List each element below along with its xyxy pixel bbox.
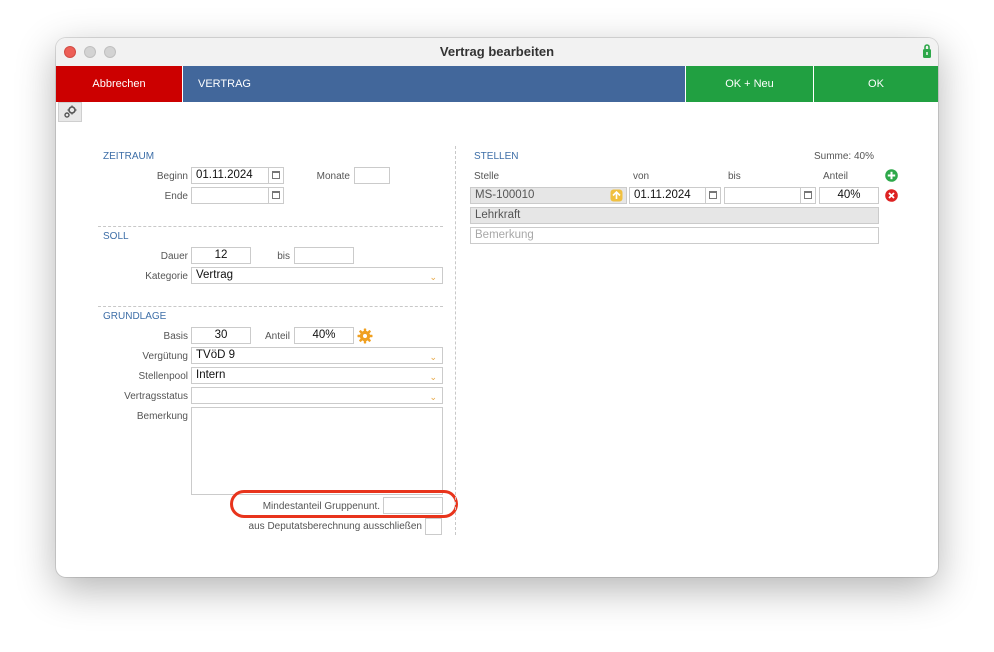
von-value: 01.11.2024: [634, 189, 691, 201]
verguetung-select[interactable]: TVöD 9 ⌄: [191, 347, 443, 364]
soll-bis-field[interactable]: [294, 247, 354, 264]
basis-label: Basis: [163, 331, 188, 342]
section-grundlage: GRUNDLAGE: [103, 311, 167, 322]
monate-field[interactable]: [354, 167, 390, 184]
add-icon[interactable]: [885, 169, 898, 182]
calendar-icon[interactable]: [268, 188, 283, 203]
column-header-anteil: Anteil: [823, 171, 849, 182]
bis-label: bis: [277, 251, 290, 262]
vertragsstatus-select[interactable]: ⌄: [191, 387, 443, 404]
vertragsstatus-label: Vertragsstatus: [124, 391, 188, 402]
beginn-label: Beginn: [156, 171, 188, 182]
beginn-field[interactable]: 01.11.2024: [191, 167, 284, 184]
verguetung-label: Vergütung: [142, 351, 188, 362]
anteil-field[interactable]: 40%: [294, 327, 354, 344]
von-field[interactable]: 01.11.2024: [629, 187, 721, 204]
gears-icon: [64, 105, 77, 118]
cancel-button[interactable]: Abbrechen: [56, 66, 182, 102]
toolbar: Abbrechen VERTRAG OK + Neu OK: [56, 66, 938, 102]
bemerkung-textarea[interactable]: [191, 407, 443, 495]
verguetung-value: TVöD 9: [196, 349, 235, 361]
toolbar-title: VERTRAG: [182, 66, 685, 102]
chevron-down-icon: ⌄: [429, 272, 437, 282]
dauer-value: 12: [214, 249, 228, 261]
title-bar: Vertrag bearbeiten: [56, 38, 938, 67]
dialog-window: Vertrag bearbeiten Abbrechen VERTRAG OK …: [56, 38, 938, 577]
stelle-bemerkung-placeholder: Bemerkung: [475, 229, 534, 241]
stellenpool-select[interactable]: Intern ⌄: [191, 367, 443, 384]
anteil-label: Anteil: [264, 331, 290, 342]
bemerkung-label: Bemerkung: [136, 411, 188, 422]
beginn-value: 01.11.2024: [196, 169, 253, 181]
dauer-field[interactable]: 12: [191, 247, 251, 264]
summe-label: Summe: 40%: [813, 151, 874, 162]
basis-value: 30: [214, 329, 228, 341]
lookup-icon[interactable]: [610, 189, 623, 202]
lock-icon[interactable]: [922, 43, 932, 59]
kategorie-select[interactable]: Vertrag ⌄: [191, 267, 443, 284]
ok-button[interactable]: OK: [813, 66, 938, 102]
stellen-anteil-value: 40%: [837, 189, 861, 201]
ende-field[interactable]: [191, 187, 284, 204]
chevron-down-icon: ⌄: [429, 372, 437, 382]
divider: [98, 306, 443, 307]
deputat-label: aus Deputatsberechnung ausschließen: [248, 521, 422, 532]
chevron-down-icon: ⌄: [429, 352, 437, 362]
section-stellen: STELLEN: [474, 151, 519, 162]
delete-icon[interactable]: [885, 189, 898, 202]
stellen-bis-field[interactable]: [724, 187, 816, 204]
calendar-icon[interactable]: [268, 168, 283, 183]
divider: [98, 226, 443, 227]
dauer-label: Dauer: [160, 251, 188, 262]
anteil-value: 40%: [312, 329, 336, 341]
basis-field[interactable]: 30: [191, 327, 251, 344]
window-title: Vertrag bearbeiten: [439, 44, 555, 59]
ende-label: Ende: [164, 191, 188, 202]
kategorie-value: Vertrag: [196, 269, 234, 281]
column-header-von: von: [633, 171, 650, 182]
column-header-stelle: Stelle: [474, 171, 500, 182]
stelle-bemerkung-field[interactable]: Bemerkung: [470, 227, 879, 244]
bezeichnung-value: Lehrkraft: [475, 209, 521, 221]
column-divider: [455, 146, 456, 535]
calendar-icon[interactable]: [800, 188, 815, 203]
stelle-value: MS-100010: [475, 189, 535, 201]
stellenpool-value: Intern: [196, 369, 226, 381]
monate-label: Monate: [316, 171, 350, 182]
ok-new-button[interactable]: OK + Neu: [685, 66, 813, 102]
column-header-bis: bis: [728, 171, 741, 182]
stelle-field[interactable]: MS-100010: [470, 187, 627, 204]
stelle-bezeichnung: Lehrkraft: [470, 207, 879, 224]
stellenpool-label: Stellenpool: [138, 371, 188, 382]
chevron-down-icon: ⌄: [429, 392, 437, 402]
gear-icon[interactable]: [357, 328, 373, 344]
settings-button[interactable]: [58, 102, 82, 122]
highlight-marker: [230, 490, 458, 518]
section-zeitraum: ZEITRAUM: [103, 151, 155, 162]
deputat-checkbox[interactable]: [425, 518, 442, 535]
section-soll: SOLL: [103, 231, 129, 242]
stellen-anteil-field[interactable]: 40%: [819, 187, 879, 204]
kategorie-label: Kategorie: [145, 271, 188, 282]
calendar-icon[interactable]: [705, 188, 720, 203]
